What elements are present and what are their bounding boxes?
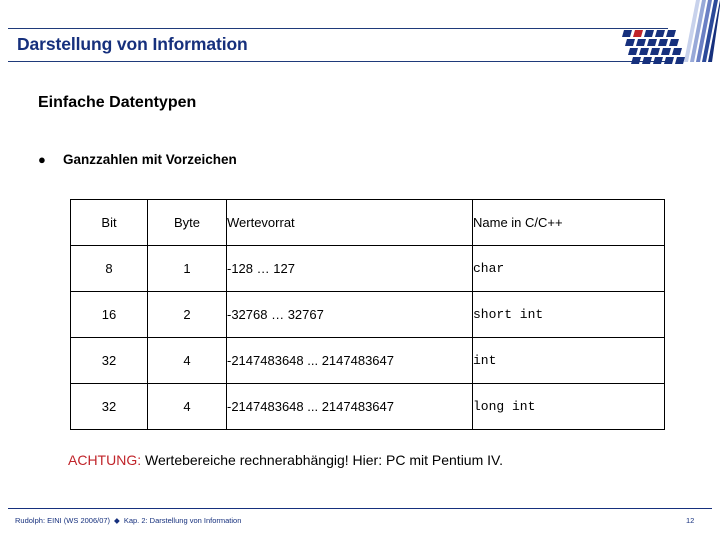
cell-byte: 2: [147, 291, 227, 338]
page-number: 12: [686, 516, 695, 525]
cell-bit: 16: [70, 291, 148, 338]
cell-range: -2147483648 ... 2147483647: [226, 337, 473, 384]
cell-byte: 1: [147, 245, 227, 292]
cell-typename: char: [472, 245, 665, 292]
table-row: 32 4 -2147483648 ... 2147483647 long int: [70, 383, 665, 430]
warning-text: Wertebereiche rechnerabhängig! Hier: PC …: [141, 452, 503, 468]
cell-typename: short int: [472, 291, 665, 338]
footer: Rudolph: EINI (WS 2006/07) ◆ Kap. 2: Darst…: [15, 516, 241, 525]
logo-stripes: [682, 0, 720, 66]
bullet-item-label: Ganzzahlen mit Vorzeichen: [63, 152, 237, 167]
header-rule-bottom: [8, 61, 668, 62]
column-header-byte: Byte: [147, 199, 227, 246]
cell-byte: 4: [147, 383, 227, 430]
cell-bit: 8: [70, 245, 148, 292]
column-header-name: Name in C/C++: [472, 199, 665, 246]
table-header-row: Bit Byte Wertevorrat Name in C/C++: [70, 199, 665, 246]
tu-dortmund-logo: [612, 0, 720, 66]
cell-range: -32768 … 32767: [226, 291, 473, 338]
footer-rule: [8, 508, 712, 509]
cell-bit: 32: [70, 337, 148, 384]
warning-note: ACHTUNG: Wertebereiche rechnerabhängig! …: [68, 452, 503, 468]
logo-tiles: [622, 30, 685, 64]
cell-byte: 4: [147, 337, 227, 384]
cell-typename: long int: [472, 383, 665, 430]
cell-bit: 32: [70, 383, 148, 430]
table-row: 16 2 -32768 … 32767 short int: [70, 291, 665, 338]
cell-range: -2147483648 ... 2147483647: [226, 383, 473, 430]
bullet-dot-icon: ●: [38, 152, 46, 167]
table-row: 8 1 -128 … 127 char: [70, 245, 665, 292]
content-heading: Einfache Datentypen: [38, 94, 197, 111]
datatypes-table: Bit Byte Wertevorrat Name in C/C++ 8 1 -…: [70, 199, 665, 430]
cell-range: -128 … 127: [226, 245, 473, 292]
slide-header: Darstellung von Information: [0, 0, 720, 72]
column-header-bit: Bit: [70, 199, 148, 246]
bullet-item-ganzzahlen: ● Ganzzahlen mit Vorzeichen: [38, 152, 237, 167]
column-header-wertevorrat: Wertevorrat: [226, 199, 473, 246]
header-rule-top: [8, 28, 668, 29]
footer-separator-icon: ◆: [114, 516, 120, 525]
footer-author-course: Rudolph: EINI (WS 2006/07): [15, 516, 111, 525]
page-title: Darstellung von Information: [17, 34, 248, 54]
warning-label: ACHTUNG:: [68, 452, 142, 468]
table-row: 32 4 -2147483648 ... 2147483647 int: [70, 337, 665, 384]
footer-chapter: Kap. 2: Darstellung von Information: [123, 516, 242, 525]
cell-typename: int: [472, 337, 665, 384]
